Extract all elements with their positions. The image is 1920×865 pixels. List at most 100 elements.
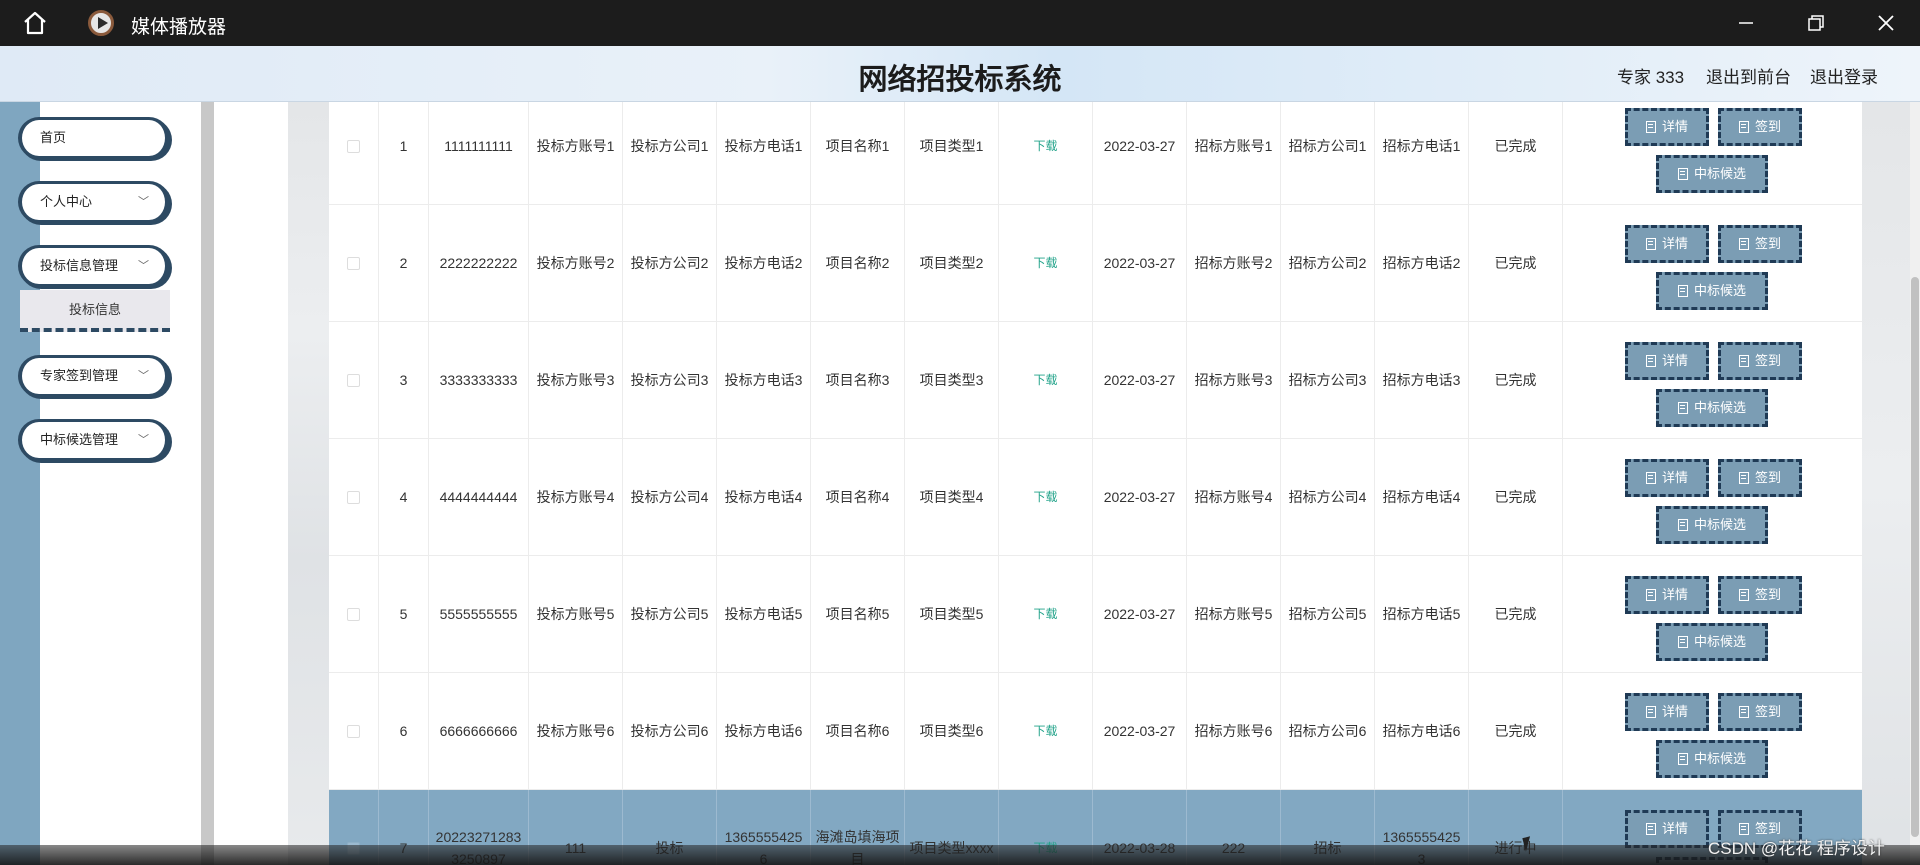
signin-button[interactable]: 签到 — [1718, 576, 1802, 614]
row-checkbox[interactable] — [347, 724, 360, 738]
scrollbar-thumb[interactable] — [1911, 277, 1919, 837]
winning-candidate-button[interactable]: 中标候选 — [1656, 740, 1768, 778]
sidebar-item-expert-signin-management[interactable]: 专家签到管理 ﹀ — [18, 355, 170, 397]
button-label: 签到 — [1754, 236, 1781, 251]
cell-tender-account: 招标方账号4 — [1187, 439, 1281, 555]
minimize-icon[interactable] — [1732, 10, 1760, 36]
button-label: 中标候选 — [1693, 400, 1746, 415]
detail-button[interactable]: 详情 — [1625, 810, 1709, 848]
content-gutter — [214, 102, 288, 865]
detail-button[interactable]: 详情 — [1625, 576, 1709, 614]
window-title: 媒体播放器 — [131, 17, 227, 38]
row-checkbox[interactable] — [347, 373, 360, 387]
winning-candidate-button[interactable]: 中标候选 — [1656, 272, 1768, 310]
cell-bidder-company: 投标方公司3 — [623, 322, 717, 438]
cell-bid-no: 2222222222 — [429, 205, 529, 321]
actions-cell: 详情 签到中标候选 — [1563, 439, 1862, 555]
winning-candidate-button[interactable]: 中标候选 — [1656, 155, 1768, 193]
sidebar-item-personal-center[interactable]: 个人中心 ﹀ — [18, 181, 170, 223]
vertical-scrollbar[interactable] — [1910, 102, 1920, 865]
cell-index: 6 — [379, 673, 429, 789]
sidebar-item-label: 首页 — [40, 130, 67, 145]
chevron-down-icon: ﹀ — [138, 434, 149, 446]
user-label: 专家 333 — [1617, 68, 1685, 87]
restore-icon[interactable] — [1802, 10, 1830, 36]
download-link[interactable]: 下载 — [1033, 603, 1057, 625]
signin-button[interactable]: 签到 — [1718, 342, 1802, 380]
bid-info-table: 1 1111111111 投标方账号1 投标方公司1 投标方电话1 项目名称1 项目类型1 下… — [329, 102, 1862, 865]
winning-candidate-button[interactable]: 中标候选 — [1656, 506, 1768, 544]
signin-button[interactable]: 签到 — [1718, 693, 1802, 731]
cell-tender-account: 招标方账号1 — [1187, 102, 1281, 204]
cell-date: 2022-03-27 — [1093, 439, 1187, 555]
row-checkbox[interactable] — [347, 256, 360, 270]
button-label: 中标候选 — [1693, 166, 1746, 181]
chevron-down-icon: ﹀ — [138, 370, 149, 382]
detail-button[interactable]: 详情 — [1625, 108, 1709, 146]
table-row[interactable]: 5 5555555555 投标方账号5 投标方公司5 投标方电话5 项目名称5 项目类型5 下… — [329, 556, 1862, 673]
signin-button[interactable]: 签到 — [1718, 108, 1802, 146]
winning-candidate-button[interactable]: 中标候选 — [1656, 623, 1768, 661]
row-checkbox-cell — [329, 102, 379, 204]
table-row[interactable]: 3 3333333333 投标方账号3 投标方公司3 投标方电话3 项目名称3 项目类型3 下… — [329, 322, 1862, 439]
logout-link[interactable]: 退出登录 — [1810, 63, 1878, 88]
cell-tender-phone: 招标方电话2 — [1375, 205, 1469, 321]
detail-button[interactable]: 详情 — [1625, 342, 1709, 380]
document-icon — [1645, 823, 1656, 835]
cell-bid-no: 5555555555 — [429, 556, 529, 672]
cell-project-type: 项目类型2 — [905, 205, 999, 321]
actions-cell: 详情 签到中标候选 — [1563, 322, 1862, 438]
table-row[interactable]: 6 6666666666 投标方账号6 投标方公司6 投标方电话6 项目名称6 项目类型6 下… — [329, 673, 1862, 790]
download-link[interactable]: 下载 — [1033, 720, 1057, 742]
close-icon[interactable] — [1872, 10, 1900, 36]
row-checkbox[interactable] — [347, 490, 360, 504]
watermark: CSDN @花花 程序设计 — [1708, 839, 1885, 858]
table-row[interactable]: 1 1111111111 投标方账号1 投标方公司1 投标方电话1 项目名称1 项目类型1 下… — [329, 102, 1862, 205]
detail-button[interactable]: 详情 — [1625, 693, 1709, 731]
row-checkbox[interactable] — [347, 607, 360, 621]
table-row[interactable]: 2 2222222222 投标方账号2 投标方公司2 投标方电话2 项目名称2 项目类型2 下… — [329, 205, 1862, 322]
document-icon — [1677, 636, 1688, 648]
download-link[interactable]: 下载 — [1033, 252, 1057, 274]
cell-tender-account: 招标方账号2 — [1187, 205, 1281, 321]
cell-bidder-account: 投标方账号4 — [529, 439, 623, 555]
download-link[interactable]: 下载 — [1033, 486, 1057, 508]
exit-to-front-link[interactable]: 退出到前台 — [1706, 63, 1791, 88]
document-icon — [1677, 753, 1688, 765]
download-link[interactable]: 下载 — [1033, 369, 1057, 391]
sidebar-item-home[interactable]: 首页 — [18, 117, 170, 159]
signin-button[interactable]: 签到 — [1718, 459, 1802, 497]
cell-project-name: 项目名称1 — [811, 102, 905, 204]
button-label: 详情 — [1661, 704, 1688, 719]
cell-project-name: 项目名称3 — [811, 322, 905, 438]
cell-project-type: 项目类型5 — [905, 556, 999, 672]
signin-button[interactable]: 签到 — [1718, 225, 1802, 263]
actions-cell: 详情 签到中标候选 — [1563, 673, 1862, 789]
row-checkbox[interactable] — [347, 139, 360, 153]
cell-index: 4 — [379, 439, 429, 555]
cell-bid-no: 6666666666 — [429, 673, 529, 789]
cell-project-type: 项目类型6 — [905, 673, 999, 789]
cell-project-type: 项目类型1 — [905, 102, 999, 204]
cell-tender-account: 招标方账号6 — [1187, 673, 1281, 789]
download-link[interactable]: 下载 — [1033, 135, 1057, 157]
document-icon — [1645, 472, 1656, 484]
cell-bidder-phone: 投标方电话4 — [717, 439, 811, 555]
button-label: 签到 — [1754, 587, 1781, 602]
cell-tender-company: 招标方公司5 — [1281, 556, 1375, 672]
detail-button[interactable]: 详情 — [1625, 459, 1709, 497]
button-label: 签到 — [1754, 470, 1781, 485]
row-checkbox-cell — [329, 673, 379, 789]
cell-bidder-company: 投标方公司1 — [623, 102, 717, 204]
winning-candidate-button[interactable]: 中标候选 — [1656, 389, 1768, 427]
cell-status: 已完成 — [1469, 439, 1563, 555]
detail-button[interactable]: 详情 — [1625, 225, 1709, 263]
home-icon[interactable] — [22, 11, 48, 35]
row-checkbox-cell — [329, 439, 379, 555]
sidebar-item-winning-candidate-management[interactable]: 中标候选管理 ﹀ — [18, 419, 170, 461]
table-row[interactable]: 4 4444444444 投标方账号4 投标方公司4 投标方电话4 项目名称4 项目类型4 下… — [329, 439, 1862, 556]
cell-project-type: 项目类型4 — [905, 439, 999, 555]
cell-date: 2022-03-27 — [1093, 322, 1187, 438]
submenu-item-bid-info[interactable]: 投标信息 — [20, 290, 170, 332]
sidebar-item-bid-info-management[interactable]: 投标信息管理 ﹀ — [18, 245, 170, 287]
